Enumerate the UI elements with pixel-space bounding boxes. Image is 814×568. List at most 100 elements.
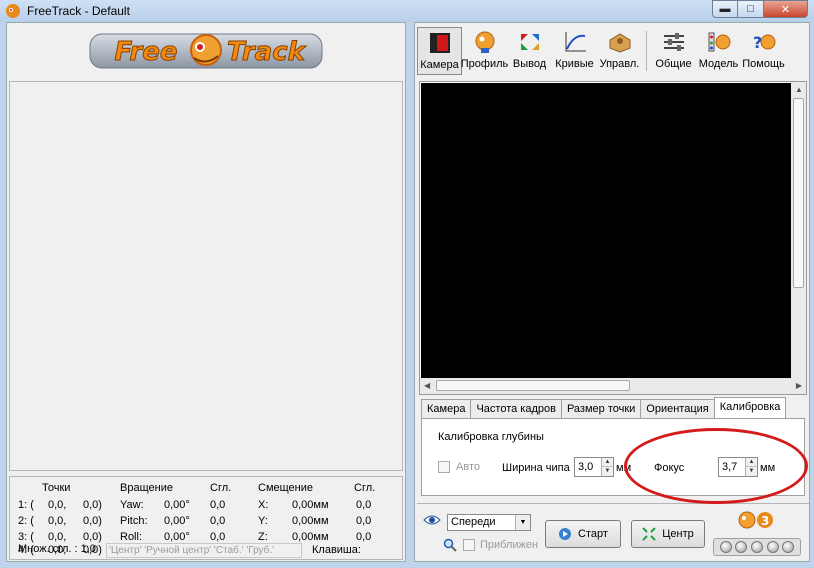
toolbar-label: Общие	[655, 58, 692, 70]
hotkey-label: Клавиша:	[312, 544, 361, 556]
point-x: 0,0,	[48, 531, 67, 543]
help-icon: ?	[751, 30, 777, 54]
toolbar-help[interactable]: ? Помощь	[741, 27, 786, 75]
status-led	[782, 541, 795, 553]
profile-icon	[472, 30, 498, 54]
camera-preview	[421, 83, 791, 379]
calibration-panel: Калибровка глубины Авто Ширина чипа 3,0 …	[421, 418, 805, 496]
start-button-label: Старт	[578, 528, 608, 540]
focus-spinner[interactable]: 3,7 ▲ ▼	[718, 457, 758, 477]
spin-up-arrow[interactable]: ▲	[601, 458, 613, 467]
point-y: 0,0)	[83, 515, 102, 527]
scroll-left-arrow[interactable]: ◀	[424, 381, 430, 390]
zoom-label: Приближение	[480, 539, 538, 551]
toolbar-control[interactable]: Управл.	[597, 27, 642, 75]
toolbar-label: Профиль	[460, 58, 509, 70]
tracking-stats: Точки Вращение Сгл. Смещение Сгл. 1: ( 0…	[9, 476, 403, 560]
yaw-smooth: 0,0	[210, 499, 226, 511]
point-y: 0,0)	[83, 531, 102, 543]
toolbar-curves[interactable]: Кривые	[552, 27, 597, 75]
tab-point-size[interactable]: Размер точки	[560, 399, 642, 418]
logo-text-track: Track	[227, 37, 307, 67]
pitch-label: Pitch:	[120, 515, 148, 527]
camera-icon	[427, 31, 453, 55]
freetrack-app-icon	[6, 4, 20, 18]
scroll-up-arrow[interactable]: ▲	[795, 85, 803, 94]
tracking-view	[9, 81, 403, 471]
offset-smooth-header: Сгл.	[354, 482, 376, 494]
x-label: X:	[258, 499, 269, 511]
point-label: 2: (	[18, 515, 34, 527]
view-select[interactable]: Спереди ▼	[447, 514, 531, 531]
point-label: 3: (	[18, 531, 34, 543]
focus-value: 3,7	[722, 461, 738, 473]
tab-camera[interactable]: Камера	[421, 399, 472, 418]
chip-width-spinner[interactable]: 3,0 ▲ ▼	[574, 457, 614, 477]
toolbar-separator	[646, 31, 647, 71]
right-panel: Камера Профиль Вывод Кривые Управл. Общи…	[414, 22, 810, 562]
toolbar-general[interactable]: Общие	[651, 27, 696, 75]
toolbar-profile[interactable]: Профиль	[460, 27, 509, 75]
center-arrows-icon	[642, 527, 656, 541]
auto-label: Авто	[456, 461, 480, 473]
x-value: 0,00мм	[292, 499, 329, 511]
hotkeys-field[interactable]: 'Центр' 'Ручной центр' 'Стаб.' 'Груб.'	[106, 543, 302, 558]
tab-frame-rate[interactable]: Частота кадров	[470, 399, 562, 418]
close-button[interactable]: ✕	[764, 0, 808, 18]
maximize-button[interactable]: □	[738, 0, 764, 18]
scroll-right-arrow[interactable]: ▶	[796, 381, 802, 390]
yaw-value: 0,00°	[164, 499, 190, 511]
center-button-label: Центр	[662, 528, 694, 540]
eye-icon	[423, 515, 441, 525]
pitch-smooth: 0,0	[210, 515, 226, 527]
tab-calibration[interactable]: Калибровка	[713, 397, 787, 418]
toolbar-label: Управл.	[599, 58, 640, 70]
toolbar-output[interactable]: Вывод	[507, 27, 552, 75]
smoothing-multiplier: Множ. сгл. : 1,0	[18, 543, 96, 555]
status-led	[735, 541, 748, 553]
rotation-header: Вращение	[120, 482, 173, 494]
focus-unit: мм	[760, 462, 776, 474]
minimize-button[interactable]: ▬	[712, 0, 738, 18]
toolbar-camera[interactable]: Камера	[417, 27, 462, 75]
spin-down-arrow[interactable]: ▼	[601, 467, 613, 476]
model-icon	[706, 30, 732, 54]
z-smooth: 0,0	[356, 531, 372, 543]
z-label: Z:	[258, 531, 268, 543]
y-value: 0,00мм	[292, 515, 329, 527]
roll-smooth: 0,0	[210, 531, 226, 543]
left-panel: Free Track Точки Вращение Сгл. Смещение …	[6, 22, 406, 562]
output-icon	[517, 30, 543, 54]
toolbar-label: Помощь	[742, 58, 785, 70]
freetrack-logo-image: Free Track	[89, 33, 323, 69]
zoom-checkbox[interactable]	[463, 539, 475, 551]
chip-width-label: Ширина чипа	[502, 462, 570, 474]
horizontal-scrollbar[interactable]: ◀ ▶	[420, 378, 806, 394]
y-label: Y:	[258, 515, 268, 527]
toolbar-model[interactable]: Модель	[696, 27, 741, 75]
control-icon	[607, 30, 633, 54]
window-title: FreeTrack - Default	[27, 4, 130, 18]
magnifier-icon	[443, 538, 457, 552]
vertical-scroll-thumb[interactable]	[793, 98, 804, 288]
chip-width-unit: мм	[616, 462, 632, 474]
status-led	[750, 541, 763, 553]
z-value: 0,00мм	[292, 531, 329, 543]
chevron-down-icon[interactable]: ▼	[515, 515, 530, 530]
tab-orientation[interactable]: Ориентация	[640, 399, 715, 418]
spin-down-arrow[interactable]: ▼	[745, 467, 757, 476]
title-bar[interactable]: FreeTrack - Default ▬ □ ✕	[0, 0, 814, 22]
camera-preview-frame: ▲ ◀ ▶	[419, 81, 807, 395]
toolbar-label: Камера	[420, 59, 459, 71]
logo-text-free: Free	[115, 37, 178, 67]
start-button[interactable]: Старт	[545, 520, 621, 548]
center-button[interactable]: Центр	[631, 520, 705, 548]
spin-up-arrow[interactable]: ▲	[745, 458, 757, 467]
toolbar: Камера Профиль Вывод Кривые Управл. Общи…	[417, 27, 809, 75]
horizontal-scroll-thumb[interactable]	[436, 380, 630, 391]
auto-checkbox[interactable]	[438, 461, 450, 473]
rotation-smooth-header: Сгл.	[210, 482, 232, 494]
vertical-scrollbar[interactable]: ▲	[791, 82, 806, 378]
status-leds	[713, 538, 801, 556]
point-x: 0,0,	[48, 499, 67, 511]
